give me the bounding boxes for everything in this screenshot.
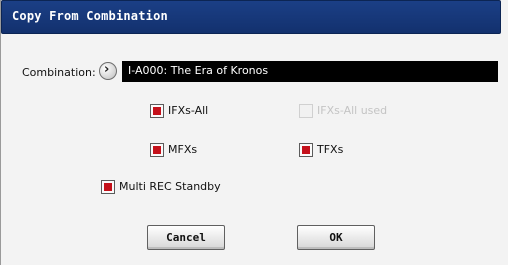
check-mark-icon <box>153 146 161 154</box>
check-mark-icon <box>302 146 310 154</box>
dialog-title: Copy From Combination <box>12 9 168 23</box>
chevron-right-icon: › <box>104 62 110 77</box>
multi-rec-standby-label: Multi REC Standby <box>119 180 221 193</box>
tfxs-checkbox[interactable] <box>299 143 313 157</box>
cancel-button[interactable]: Cancel <box>147 225 225 250</box>
ifxs-all-used-label: IFXs-All used <box>317 104 388 117</box>
tfxs-label: TFXs <box>317 143 344 156</box>
dialog-title-bar: Copy From Combination <box>1 0 501 34</box>
combination-label: Combination: <box>22 66 96 79</box>
mfxs-checkbox[interactable] <box>150 143 164 157</box>
mfxs-label: MFXs <box>168 143 198 156</box>
check-mark-icon <box>153 107 161 115</box>
check-mark-icon <box>104 183 112 191</box>
multi-rec-standby-checkbox[interactable] <box>101 180 115 194</box>
ok-button[interactable]: OK <box>297 225 375 250</box>
combination-select-button[interactable]: › <box>99 62 117 80</box>
ifxs-all-used-checkbox <box>299 104 313 118</box>
combination-field[interactable]: I-A000: The Era of Kronos <box>122 61 498 82</box>
ifxs-all-label: IFXs-All <box>168 104 209 117</box>
copy-from-combination-dialog: Copy From Combination Combination: › I-A… <box>0 0 508 265</box>
ifxs-all-checkbox[interactable] <box>150 104 164 118</box>
